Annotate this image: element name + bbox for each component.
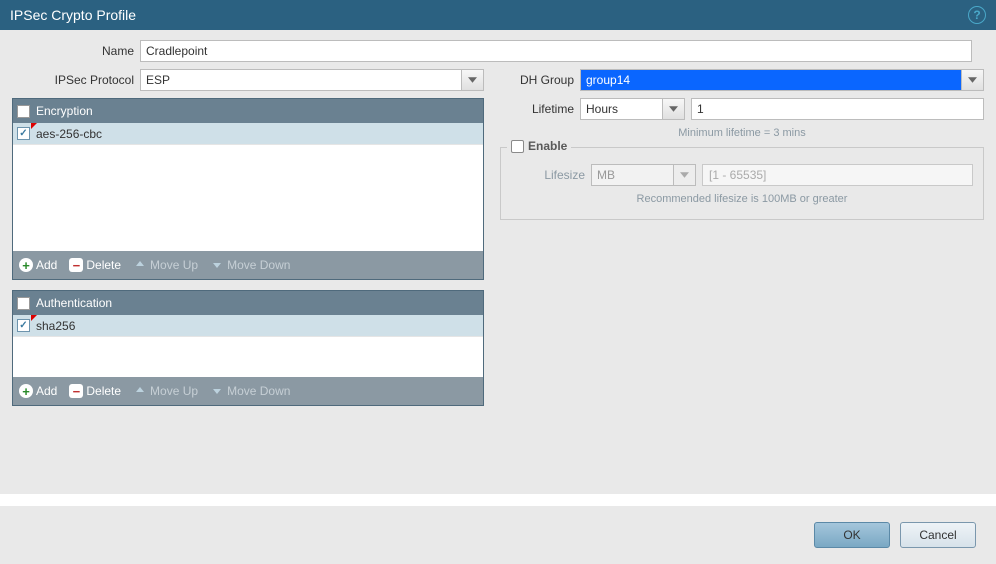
arrow-down-icon xyxy=(210,258,224,272)
required-marker-icon xyxy=(31,315,37,321)
dialog-title: IPSec Crypto Profile xyxy=(10,7,136,23)
help-icon[interactable]: ? xyxy=(968,6,986,24)
authentication-header-label: Authentication xyxy=(36,296,112,310)
cancel-button[interactable]: Cancel xyxy=(900,522,976,548)
encryption-delete-button[interactable]: − Delete xyxy=(69,258,121,272)
lifesize-hint: Recommended lifesize is 100MB or greater xyxy=(511,193,973,205)
authentication-add-button[interactable]: + Add xyxy=(19,384,57,398)
authentication-move-down-button[interactable]: Move Down xyxy=(210,384,290,398)
lifetime-label: Lifetime xyxy=(500,102,580,116)
chevron-down-icon xyxy=(673,165,695,185)
enable-legend: Enable xyxy=(507,139,571,153)
name-input[interactable] xyxy=(140,40,972,62)
titlebar: IPSec Crypto Profile ? xyxy=(0,0,996,30)
arrow-up-icon xyxy=(133,258,147,272)
encryption-move-up-button[interactable]: Move Up xyxy=(133,258,198,272)
minus-icon: − xyxy=(69,384,83,398)
ok-button[interactable]: OK xyxy=(814,522,890,548)
chevron-down-icon[interactable] xyxy=(961,70,983,90)
chevron-down-icon[interactable] xyxy=(662,99,684,119)
lifesize-unit-value: MB xyxy=(592,165,673,185)
encryption-add-button[interactable]: + Add xyxy=(19,258,57,272)
authentication-header: Authentication xyxy=(13,291,483,315)
lifetime-hint: Minimum lifetime = 3 mins xyxy=(500,127,984,139)
ipsec-crypto-profile-dialog: IPSec Crypto Profile ? Name IPSec Protoc… xyxy=(0,0,996,564)
arrow-down-icon xyxy=(210,384,224,398)
button-bar: OK Cancel xyxy=(0,506,996,564)
authentication-delete-button[interactable]: − Delete xyxy=(69,384,121,398)
dialog-content: Name IPSec Protocol ESP xyxy=(0,30,996,494)
enable-label: Enable xyxy=(528,139,567,153)
authentication-list[interactable]: sha256 xyxy=(13,315,483,377)
chevron-down-icon[interactable] xyxy=(461,70,483,90)
enable-fieldset: Enable Lifesize MB [1 - 65535] Re xyxy=(500,147,984,220)
authentication-panel: Authentication sha256 + Add xyxy=(12,290,484,406)
left-column: IPSec Protocol ESP Encryption xyxy=(12,69,484,406)
plus-icon: + xyxy=(19,258,33,272)
plus-icon: + xyxy=(19,384,33,398)
encryption-item-label: aes-256-cbc xyxy=(36,127,102,141)
encryption-header-label: Encryption xyxy=(36,104,93,118)
authentication-item-label: sha256 xyxy=(36,319,75,333)
encryption-panel: Encryption aes-256-cbc + Add xyxy=(12,98,484,280)
dh-group-value: group14 xyxy=(581,70,961,90)
list-item[interactable]: aes-256-cbc xyxy=(13,123,483,145)
encryption-header: Encryption xyxy=(13,99,483,123)
name-label: Name xyxy=(12,44,140,58)
name-row: Name xyxy=(12,40,984,62)
arrow-up-icon xyxy=(133,384,147,398)
enable-checkbox[interactable] xyxy=(511,140,524,153)
encryption-item-checkbox[interactable] xyxy=(17,127,30,140)
authentication-move-up-button[interactable]: Move Up xyxy=(133,384,198,398)
encryption-toolbar: + Add − Delete Move Up xyxy=(13,251,483,279)
encryption-move-down-button[interactable]: Move Down xyxy=(210,258,290,272)
authentication-select-all-checkbox[interactable] xyxy=(17,297,30,310)
lifesize-value-input: [1 - 65535] xyxy=(702,164,973,186)
encryption-list[interactable]: aes-256-cbc xyxy=(13,123,483,251)
lifesize-row: Lifesize MB [1 - 65535] xyxy=(511,164,973,186)
authentication-toolbar: + Add − Delete Move Up xyxy=(13,377,483,405)
encryption-select-all-checkbox[interactable] xyxy=(17,105,30,118)
lifetime-unit-combo[interactable]: Hours xyxy=(580,98,685,120)
lifesize-unit-combo: MB xyxy=(591,164,696,186)
required-marker-icon xyxy=(31,123,37,129)
right-column: DH Group group14 Lifetime Hours xyxy=(500,69,984,220)
ipsec-protocol-row: IPSec Protocol ESP xyxy=(12,69,484,91)
ipsec-protocol-combo[interactable]: ESP xyxy=(140,69,484,91)
ipsec-protocol-value: ESP xyxy=(141,70,461,90)
lifetime-unit-value: Hours xyxy=(581,99,662,119)
minus-icon: − xyxy=(69,258,83,272)
dh-group-combo[interactable]: group14 xyxy=(580,69,984,91)
lifesize-label: Lifesize xyxy=(511,168,591,182)
dh-group-row: DH Group group14 xyxy=(500,69,984,91)
ipsec-protocol-label: IPSec Protocol xyxy=(12,73,140,87)
lifetime-row: Lifetime Hours xyxy=(500,98,984,120)
dh-group-label: DH Group xyxy=(500,73,580,87)
lifetime-value-input[interactable] xyxy=(691,98,984,120)
two-column-layout: IPSec Protocol ESP Encryption xyxy=(12,69,984,406)
list-item[interactable]: sha256 xyxy=(13,315,483,337)
authentication-item-checkbox[interactable] xyxy=(17,319,30,332)
